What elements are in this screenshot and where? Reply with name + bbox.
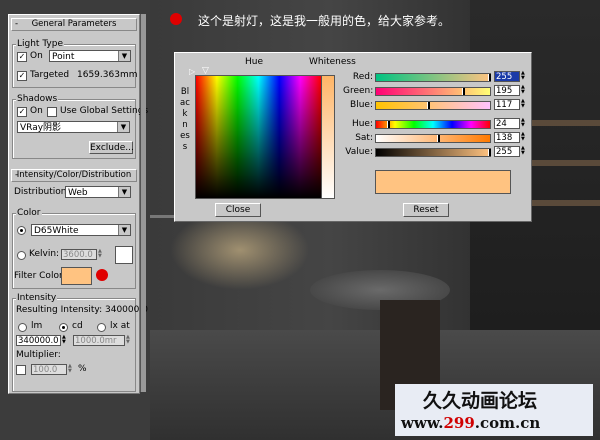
kelvin-input[interactable]: 3600.0 bbox=[61, 249, 97, 260]
light-type-caption: Light Type bbox=[16, 39, 64, 49]
sat-slider[interactable] bbox=[375, 134, 491, 143]
hue-label: Hue bbox=[245, 57, 264, 67]
unit-lx-label: lx at bbox=[110, 321, 130, 331]
shadow-type-dropdown[interactable]: VRay阴影 ▼ bbox=[17, 121, 130, 133]
red-slider[interactable] bbox=[375, 73, 491, 82]
spinner-arrows-icon[interactable]: ▲ ▼ bbox=[521, 99, 526, 110]
green-value-input[interactable]: 195 bbox=[494, 85, 520, 96]
targeted-label: Targeted bbox=[30, 70, 70, 80]
hue-value-label: Hue: bbox=[351, 119, 373, 129]
spinner-arrows-icon[interactable]: ▲ ▼ bbox=[521, 146, 526, 157]
unit-lx-radio[interactable] bbox=[97, 323, 106, 332]
collapse-icon: - bbox=[15, 19, 19, 29]
filter-color-swatch[interactable] bbox=[61, 267, 92, 285]
hue-slider[interactable] bbox=[375, 120, 491, 129]
sat-label: Sat: bbox=[355, 133, 373, 143]
shadows-on-label: On bbox=[30, 106, 43, 116]
unit-cd-radio[interactable] bbox=[59, 323, 68, 332]
chevron-down-icon: ▼ bbox=[118, 187, 130, 197]
kelvin-radio[interactable] bbox=[17, 251, 26, 260]
kelvin-label: Kelvin: bbox=[29, 249, 60, 259]
blue-value-input[interactable]: 117 bbox=[494, 99, 520, 110]
color-preset-dropdown[interactable]: D65White ▼ bbox=[31, 224, 131, 236]
targeted-checkbox[interactable]: ✓ bbox=[17, 71, 27, 81]
filter-color-label: Filter Color: bbox=[14, 271, 66, 281]
reset-button[interactable]: Reset bbox=[403, 203, 449, 217]
spinner-arrows-icon[interactable]: ▲ ▼ bbox=[521, 132, 526, 143]
value-slider[interactable] bbox=[375, 148, 491, 157]
unit-lm-label: lm bbox=[31, 321, 43, 331]
green-slider[interactable] bbox=[375, 87, 491, 96]
multiplier-label: Multiplier: bbox=[16, 350, 61, 360]
preset-radio[interactable] bbox=[17, 226, 26, 235]
light-parameters-panel: - General Parameters Light Type ✓ On Poi… bbox=[8, 14, 148, 394]
shadows-on-checkbox[interactable]: ✓ bbox=[17, 107, 27, 117]
percent-label: % bbox=[78, 364, 87, 374]
spinner-arrows-icon[interactable]: ▲ ▼ bbox=[521, 118, 526, 129]
logo-url: www.299.com.cn bbox=[401, 414, 541, 432]
whiteness-slider[interactable] bbox=[321, 75, 335, 199]
spinner-arrows-icon[interactable]: ▲ ▼ bbox=[126, 335, 131, 346]
use-global-checkbox[interactable] bbox=[47, 107, 57, 117]
sat-value-input[interactable]: 138 bbox=[494, 132, 520, 143]
hue-value-input[interactable]: 24 bbox=[494, 118, 520, 129]
unit-cd-label: cd bbox=[72, 321, 83, 331]
hue-blackness-picker[interactable] bbox=[195, 75, 322, 199]
multiplier-input[interactable]: 100.0 bbox=[31, 364, 67, 375]
blackness-label: Blackness bbox=[180, 87, 190, 152]
blue-label: Blue: bbox=[350, 100, 373, 110]
intensity-caption: Intensity bbox=[16, 293, 58, 303]
shadows-caption: Shadows bbox=[16, 94, 59, 104]
red-label: Red: bbox=[352, 72, 373, 82]
green-label: Green: bbox=[343, 86, 374, 96]
target-distance: 1659.363mm bbox=[77, 70, 138, 80]
red-dot-icon bbox=[96, 269, 108, 281]
light-on-checkbox[interactable]: ✓ bbox=[17, 52, 27, 62]
spinner-arrows-icon[interactable]: ▲ ▼ bbox=[68, 364, 73, 375]
light-type-dropdown[interactable]: Point ▼ bbox=[49, 50, 131, 62]
chevron-down-icon: ▼ bbox=[118, 51, 130, 61]
chevron-down-icon: ▼ bbox=[117, 122, 129, 132]
panel-scrollbar[interactable] bbox=[140, 14, 146, 392]
value-value-input[interactable]: 255 bbox=[494, 146, 520, 157]
spinner-arrows-icon[interactable]: ▲ ▼ bbox=[521, 85, 526, 96]
color-selector-dialog: Hue Whiteness ▷ ▽ Blackness Red: 255 ▲ ▼ … bbox=[174, 52, 532, 222]
spinner-arrows-icon[interactable]: ▲ ▼ bbox=[62, 335, 67, 346]
blue-slider[interactable] bbox=[375, 101, 491, 110]
rollout-general-parameters[interactable]: - General Parameters bbox=[11, 18, 137, 31]
close-button[interactable]: Close bbox=[215, 203, 261, 217]
value-label: Value: bbox=[345, 147, 373, 157]
exclude-button[interactable]: Exclude... bbox=[89, 141, 134, 154]
multiplier-checkbox[interactable] bbox=[16, 365, 26, 375]
lamp-glow bbox=[170, 210, 310, 290]
light-on-label: On bbox=[30, 51, 43, 61]
use-global-label: Use Global Settings bbox=[60, 106, 149, 116]
intensity-value-input[interactable]: 340000.0 bbox=[16, 335, 61, 346]
red-value-input[interactable]: 255 bbox=[494, 71, 520, 82]
red-dot-icon bbox=[170, 13, 182, 25]
distribution-label: Distribution: bbox=[14, 187, 70, 197]
collapse-icon: - bbox=[15, 170, 19, 180]
distribution-dropdown[interactable]: Web ▼ bbox=[65, 186, 131, 198]
spinner-arrows-icon[interactable]: ▲ ▼ bbox=[521, 71, 526, 82]
current-color-swatch bbox=[375, 170, 511, 194]
whiteness-label: Whiteness bbox=[309, 57, 356, 67]
logo-title: 久久动画论坛 bbox=[423, 390, 538, 412]
resulting-intensity: Resulting Intensity: 340000.0 bbox=[16, 305, 148, 315]
caption-text: 这个是射灯，这是我一般用的色，给大家参考。 bbox=[198, 14, 451, 28]
chevron-down-icon: ▼ bbox=[118, 225, 130, 235]
kelvin-color-swatch[interactable] bbox=[115, 246, 133, 264]
unit-lm-radio[interactable] bbox=[18, 323, 27, 332]
intensity-distance-input[interactable]: 1000.0mr bbox=[73, 335, 125, 346]
rollout-intensity-color-distribution[interactable]: - Intensity/Color/Distribution bbox=[11, 169, 137, 182]
forum-logo: 久久动画论坛 www.299.com.cn bbox=[395, 384, 593, 436]
spinner-arrows-icon[interactable]: ▲ ▼ bbox=[98, 249, 103, 260]
color-caption: Color bbox=[16, 208, 42, 218]
